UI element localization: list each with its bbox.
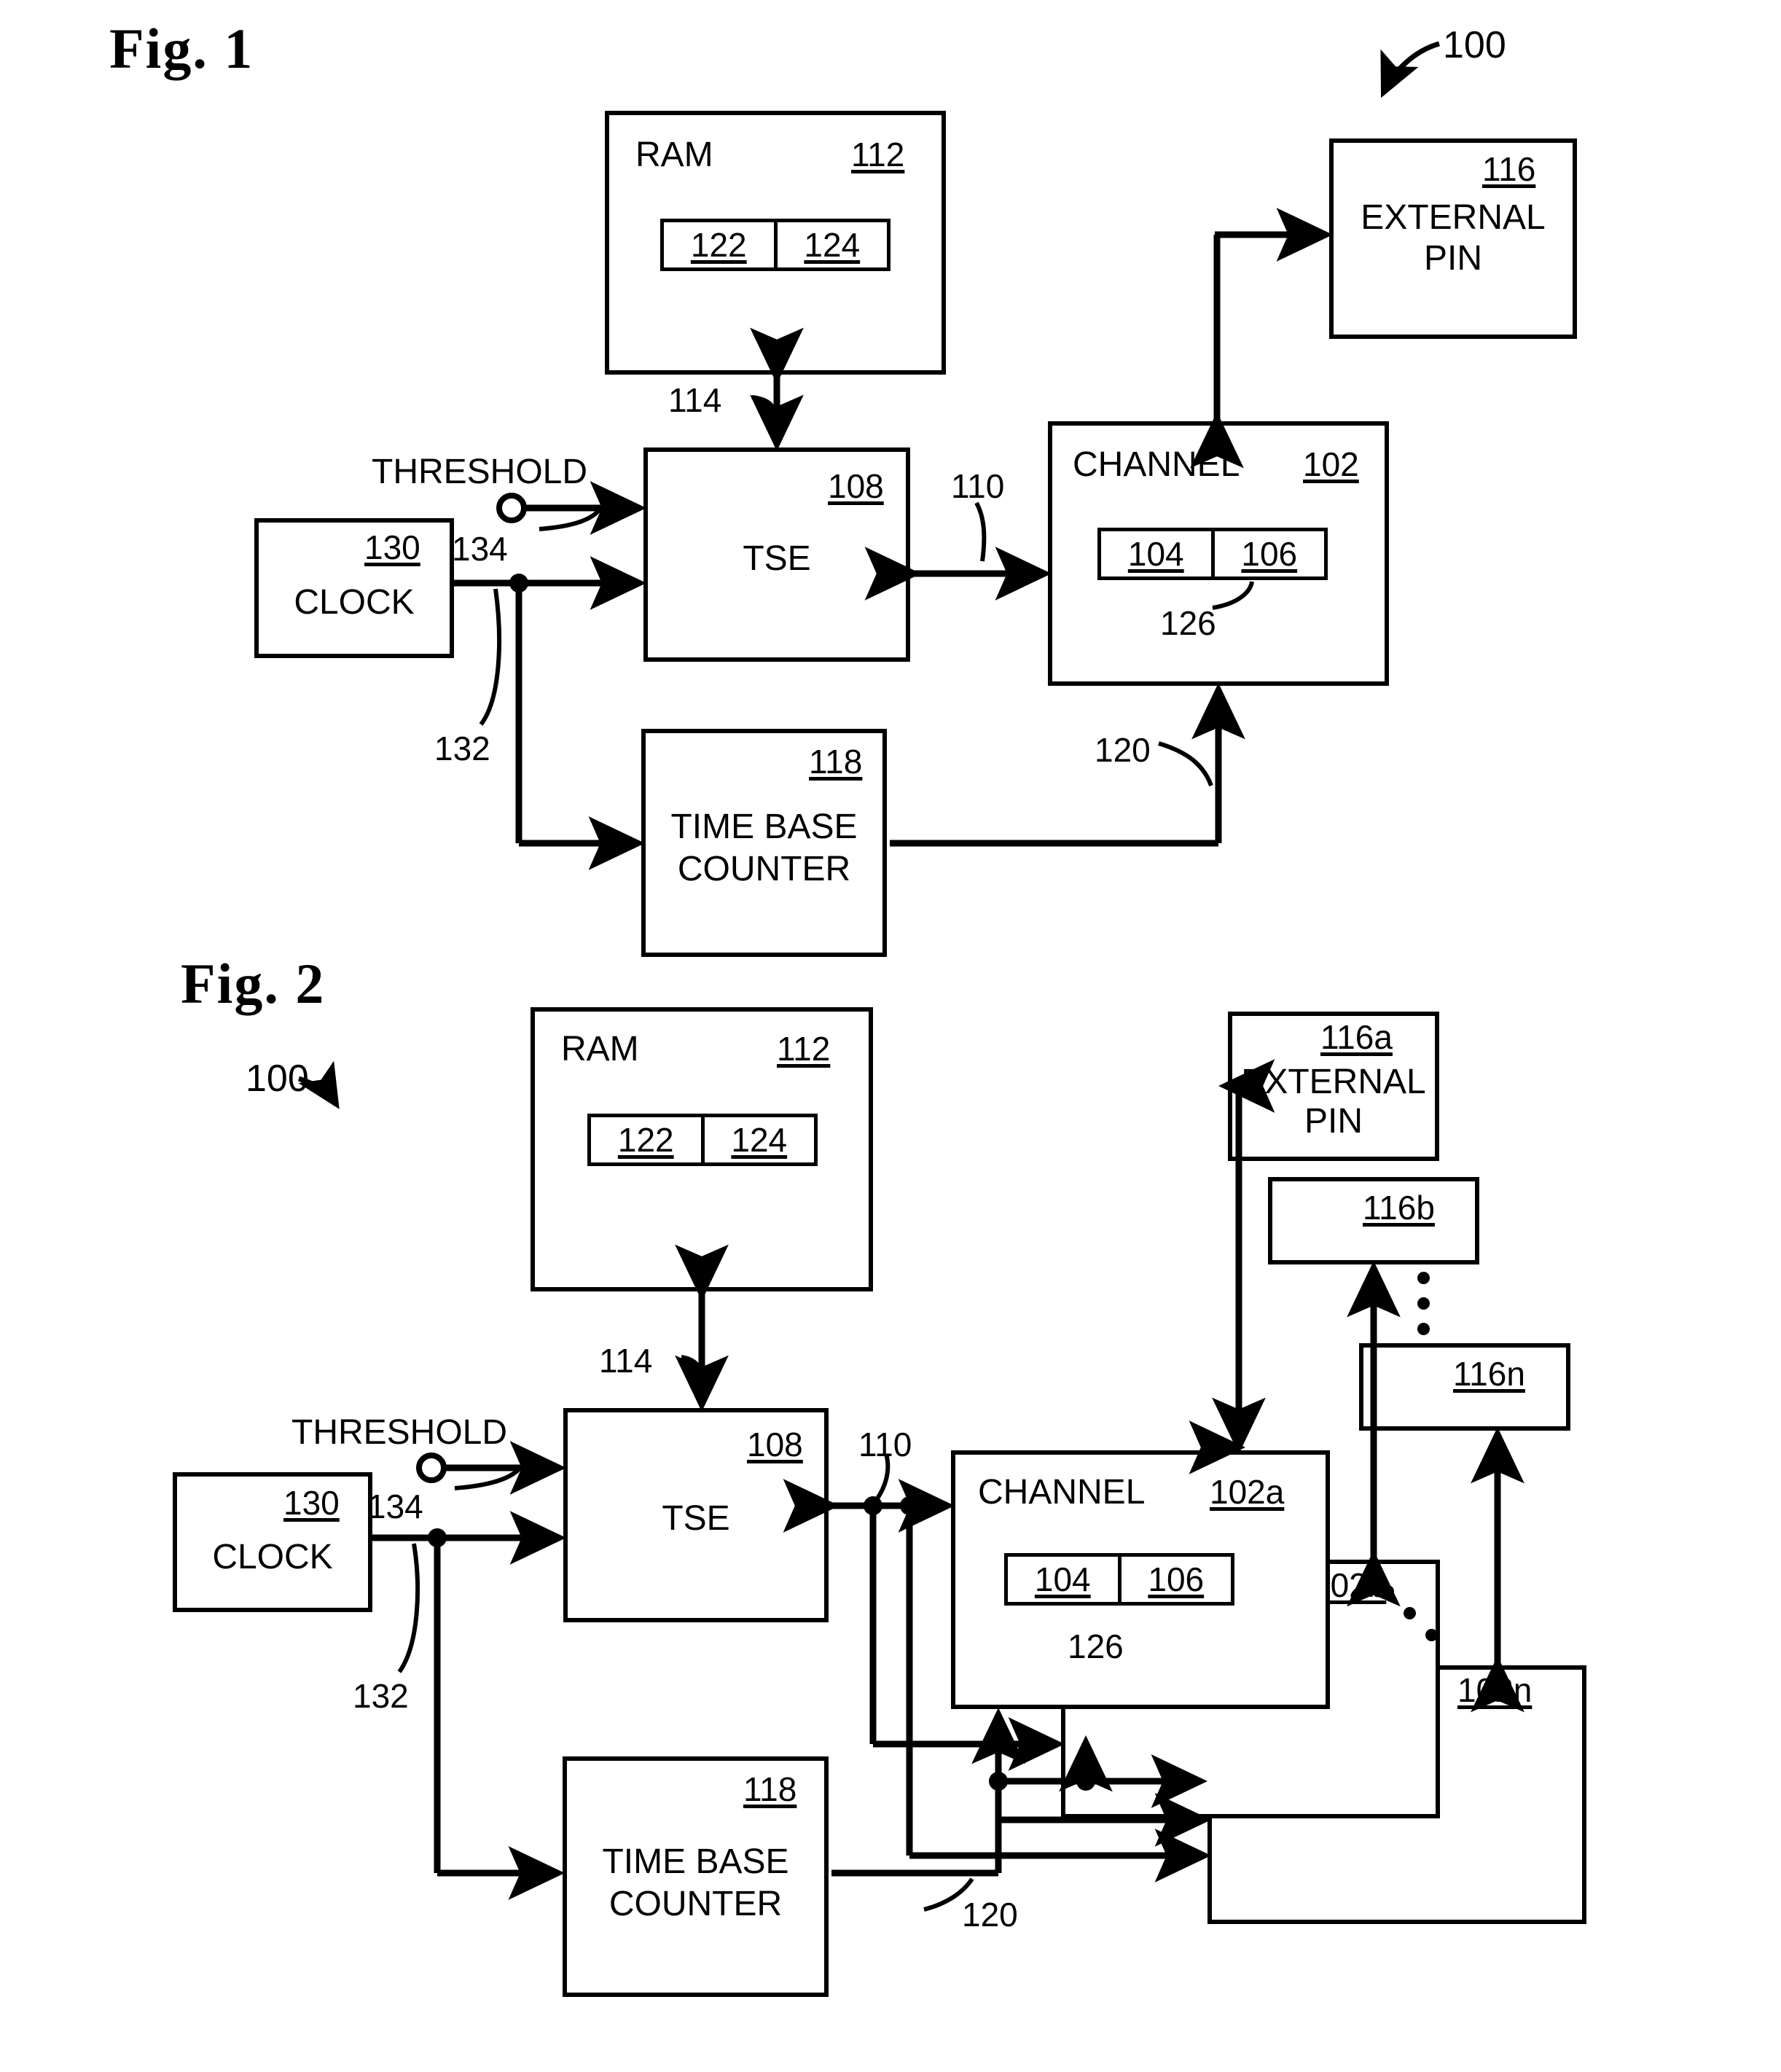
fig2-channel-102n-ref: 102n xyxy=(1457,1671,1533,1709)
fig1-channel-sub-ref-126: 126 xyxy=(1160,604,1216,642)
fig2-clock-ref: 130 xyxy=(283,1484,340,1522)
fig2-tse-channel-ref: 110 xyxy=(858,1426,912,1463)
fig2-channel-102a-label: CHANNEL xyxy=(978,1473,1146,1512)
fig1-external-pin-ref: 116 xyxy=(1482,150,1536,188)
fig2-channel-sub-ref-126: 126 xyxy=(1068,1627,1124,1665)
fig1-channel-ref: 102 xyxy=(1303,445,1359,483)
fig2-ram-sub-122: 122 xyxy=(617,1121,674,1159)
fig2-ram-label: RAM xyxy=(561,1030,639,1068)
fig2-channel-sub-106: 106 xyxy=(1117,1557,1232,1602)
fig2-counter-channel-ref: 120 xyxy=(962,1896,1018,1934)
fig1-ram-subblocks: 122 124 xyxy=(660,219,890,271)
fig1-tse-channel-ref: 110 xyxy=(951,467,1005,505)
fig1-ram-sub-122: 122 xyxy=(690,226,747,264)
fig2-external-pin-116a-label-line2: PIN xyxy=(1304,1102,1363,1141)
fig2-clock-label: CLOCK xyxy=(212,1538,333,1576)
fig2-time-base-counter-label-line2: COUNTER xyxy=(608,1885,783,1923)
fig1-time-base-counter-ref: 118 xyxy=(809,743,863,781)
fig2-external-pin-116b-ref: 116b xyxy=(1363,1189,1435,1227)
fig1-ram-ref: 112 xyxy=(851,136,905,173)
fig1-ram-bus-ref: 114 xyxy=(668,381,722,419)
fig1-threshold-label: THRESHOLD xyxy=(372,453,588,491)
fig1-tse-label: TSE xyxy=(743,539,811,578)
fig2-external-pin-ellipsis xyxy=(1417,1272,1439,1337)
figure-1-title: Fig. 1 xyxy=(109,17,254,80)
fig2-channel-102a-ref: 102a xyxy=(1210,1473,1285,1511)
fig2-time-base-counter-ref: 118 xyxy=(743,1770,797,1808)
fig1-time-base-counter-label-line1: TIME BASE xyxy=(670,808,858,846)
fig2-time-base-counter-label-line1: TIME BASE xyxy=(602,1842,789,1881)
fig1-time-base-counter-label-line2: COUNTER xyxy=(677,850,851,888)
fig2-clock-signal-ref: 132 xyxy=(353,1677,409,1715)
fig2-channel-sub-104: 104 xyxy=(1034,1560,1091,1598)
fig2-threshold-label: THRESHOLD xyxy=(291,1413,508,1452)
fig2-external-pin-116n-ref: 116n xyxy=(1453,1355,1525,1393)
fig2-ram-subblocks: 122 124 xyxy=(587,1114,818,1166)
fig2-ram-ref: 112 xyxy=(777,1030,831,1068)
fig2-system-reference: 100 xyxy=(246,1057,309,1100)
fig1-system-reference: 100 xyxy=(1443,24,1506,66)
fig1-clock-label: CLOCK xyxy=(294,583,415,622)
fig1-clock-ref: 130 xyxy=(364,528,420,566)
fig2-channel-ellipsis xyxy=(1382,1585,1462,1665)
fig1-threshold-ref: 134 xyxy=(452,530,508,568)
fig1-channel-label: CHANNEL xyxy=(1073,445,1240,484)
fig1-channel-subblocks: 104 106 xyxy=(1097,528,1328,580)
figure-2-title: Fig. 2 xyxy=(181,952,326,1015)
fig2-ram-bus-ref: 114 xyxy=(599,1342,653,1380)
fig1-external-pin-label-line2: PIN xyxy=(1423,239,1482,278)
fig2-external-pin-116a-label-line1: EXTERNAL xyxy=(1241,1063,1426,1101)
fig1-ram-sub-124: 124 xyxy=(773,222,888,267)
fig1-channel-sub-106: 106 xyxy=(1210,531,1325,576)
fig2-ram-sub-124: 124 xyxy=(700,1117,815,1162)
patent-drawing-sheet: Fig. 1 100 RAM 112 122 124 116 EXTERNAL … xyxy=(0,0,1781,2072)
fig1-clock-signal-ref: 132 xyxy=(434,730,490,767)
fig1-ram-label: RAM xyxy=(635,136,713,174)
fig1-counter-channel-ref: 120 xyxy=(1095,731,1151,769)
fig1-external-pin-label-line1: EXTERNAL xyxy=(1361,198,1546,237)
fig2-external-pin-116a-ref: 116a xyxy=(1320,1018,1393,1056)
fig2-tse-label: TSE xyxy=(662,1499,730,1538)
fig2-tse-ref: 108 xyxy=(747,1426,803,1463)
fig1-channel-sub-104: 104 xyxy=(1127,535,1184,573)
fig1-tse-ref: 108 xyxy=(828,467,884,505)
fig2-channel-102a-subblocks: 104 106 xyxy=(1004,1553,1234,1606)
fig2-threshold-ref: 134 xyxy=(367,1487,423,1525)
